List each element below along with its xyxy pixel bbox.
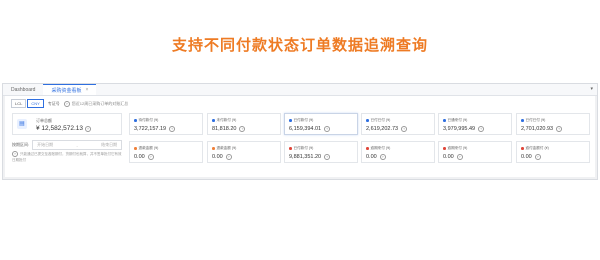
stat-card[interactable]: 已付款付 (¥) 9,881,351.20? — [284, 141, 358, 163]
chart-icon: ▤ — [17, 119, 27, 129]
filter-note: 您近12周已采购订单的对账汇总 — [71, 100, 129, 106]
status-dot — [443, 119, 446, 122]
info-icon[interactable]: ? — [85, 126, 91, 132]
stat-label: 退款金额 (¥) — [216, 146, 237, 150]
info-icon[interactable]: ? — [379, 154, 386, 160]
stat-card[interactable]: 逾期来付 (¥) 0.00? — [361, 141, 435, 163]
info-icon: ? — [12, 151, 18, 157]
stat-label: 退款金额 (¥) — [138, 146, 159, 150]
stat-card[interactable]: 已付已付 (¥) 2,701,020.93? — [516, 113, 590, 135]
date-separator: - — [76, 142, 78, 148]
date-range-filter: 按期区间: 开始日期 - 结束日期 — [12, 140, 123, 150]
close-icon[interactable]: × — [85, 87, 88, 93]
info-icon: ? — [63, 100, 70, 107]
stat-label: 已付款付 (¥) — [293, 146, 314, 150]
info-icon[interactable]: ? — [534, 154, 541, 160]
stat-card[interactable]: 已付已付 (¥) 2,619,202.73? — [361, 113, 435, 135]
info-icon[interactable]: ? — [324, 154, 331, 160]
tab-purchase-fund-board[interactable]: 采购资金看板 × — [43, 84, 97, 95]
total-value: ¥ 12,582,572.13? — [36, 125, 93, 132]
chevron-down-icon[interactable]: ▾ — [590, 86, 593, 92]
tab-bar: Dashboard 采购资金看板 × ▾ — [3, 84, 597, 96]
segment-cny[interactable]: CNY — [27, 99, 44, 108]
status-dot — [212, 147, 215, 150]
status-dot — [366, 119, 369, 122]
date-range-label: 按期区间: — [12, 142, 30, 147]
dashboard-panel: LCL CNY 专证号 ? 您近12周已采购订单的对账汇总 ▤ 订单总额 ¥ 1… — [5, 96, 595, 177]
stat-label: 已通来付 (¥) — [447, 118, 468, 122]
total-label: 订单总额 — [36, 118, 52, 123]
app-window: Dashboard 采购资金看板 × ▾ LCL CNY 专证号 ? 您近12周… — [2, 83, 598, 180]
stat-value: 0.00 — [212, 154, 223, 160]
stat-card[interactable]: 已付款付 (¥) 6,159,394.01? — [284, 113, 358, 135]
stat-label: 未付款付 (¥) — [216, 118, 237, 122]
status-dot — [521, 119, 524, 122]
stat-value: 9,881,351.20 — [289, 154, 322, 160]
info-icon[interactable]: ? — [239, 126, 246, 132]
status-dot — [443, 147, 446, 150]
info-icon[interactable]: ? — [147, 154, 154, 160]
stat-label: 待付款付 (¥) — [138, 118, 159, 122]
status-dot — [134, 147, 137, 150]
stat-card[interactable]: 未付款付 (¥) 81,818.20? — [207, 113, 281, 135]
status-dot — [289, 147, 292, 150]
tab-label: 采购资金看板 — [51, 87, 82, 94]
stat-value: 0.00 — [443, 154, 454, 160]
help-tip: ? 只能通过已提交至各账期付，货期付也就算，并不签单批付它有效日期批付 — [12, 151, 122, 162]
info-icon[interactable]: ? — [556, 126, 563, 132]
status-dot — [212, 119, 215, 122]
page-headline: 支持不同付款状态订单数据追溯查询 — [171, 37, 428, 54]
stat-card[interactable]: 待付款付 (¥) 3,722,157.19? — [129, 113, 203, 135]
stat-label: 已付款付 (¥) — [293, 118, 314, 122]
info-icon[interactable]: ? — [456, 154, 463, 160]
stat-value: 0.00 — [521, 154, 532, 160]
segment-lcl[interactable]: LCL — [11, 99, 27, 108]
status-dot — [289, 119, 292, 122]
stat-label: 已付已付 (¥) — [370, 118, 391, 122]
tab-dashboard[interactable]: Dashboard — [3, 84, 43, 95]
info-icon[interactable]: ? — [478, 126, 485, 132]
stat-card[interactable]: 逾期来付 (¥) 0.00? — [438, 141, 512, 163]
info-icon[interactable]: ? — [225, 154, 232, 160]
stat-value: 0.00 — [134, 154, 145, 160]
status-dot — [134, 119, 137, 122]
stat-label: 逾付金额付 (¥) — [525, 146, 549, 150]
date-range-input[interactable]: 开始日期 - 结束日期 — [32, 140, 123, 150]
currency-label: 专证号 — [47, 100, 60, 106]
stat-label: 逾期来付 (¥) — [447, 146, 468, 150]
stat-card[interactable]: 退款金额 (¥) 0.00? — [207, 141, 281, 163]
stat-value: 3,979,995.49 — [443, 126, 476, 132]
total-amount-card: ▤ 订单总额 ¥ 12,582,572.13? — [12, 113, 122, 135]
tab-label: Dashboard — [11, 86, 36, 93]
stat-value: 6,159,394.01 — [289, 126, 322, 132]
status-dot — [366, 147, 369, 150]
stat-label: 已付已付 (¥) — [525, 118, 546, 122]
start-date-placeholder: 开始日期 — [37, 142, 54, 147]
stat-value: 0.00 — [366, 154, 377, 160]
filter-row: LCL CNY 专证号 ? 您近12周已采购订单的对账汇总 — [11, 99, 128, 108]
stat-card[interactable]: 已通来付 (¥) 3,979,995.49? — [438, 113, 512, 135]
end-date-placeholder: 结束日期 — [101, 142, 118, 147]
stat-card[interactable]: 逾付金额付 (¥) 0.00? — [516, 141, 590, 163]
info-icon[interactable]: ? — [169, 126, 176, 132]
status-dot — [521, 147, 524, 150]
info-icon[interactable]: ? — [324, 126, 331, 132]
stat-value: 3,722,157.19 — [134, 126, 167, 132]
stat-value: 2,619,202.73 — [366, 126, 399, 132]
stat-value: 81,818.20 — [212, 126, 237, 132]
info-icon[interactable]: ? — [401, 126, 408, 132]
stat-value: 2,701,020.93 — [521, 126, 554, 132]
stat-card[interactable]: 退款金额 (¥) 0.00? — [129, 141, 203, 163]
stat-label: 逾期来付 (¥) — [370, 146, 391, 150]
